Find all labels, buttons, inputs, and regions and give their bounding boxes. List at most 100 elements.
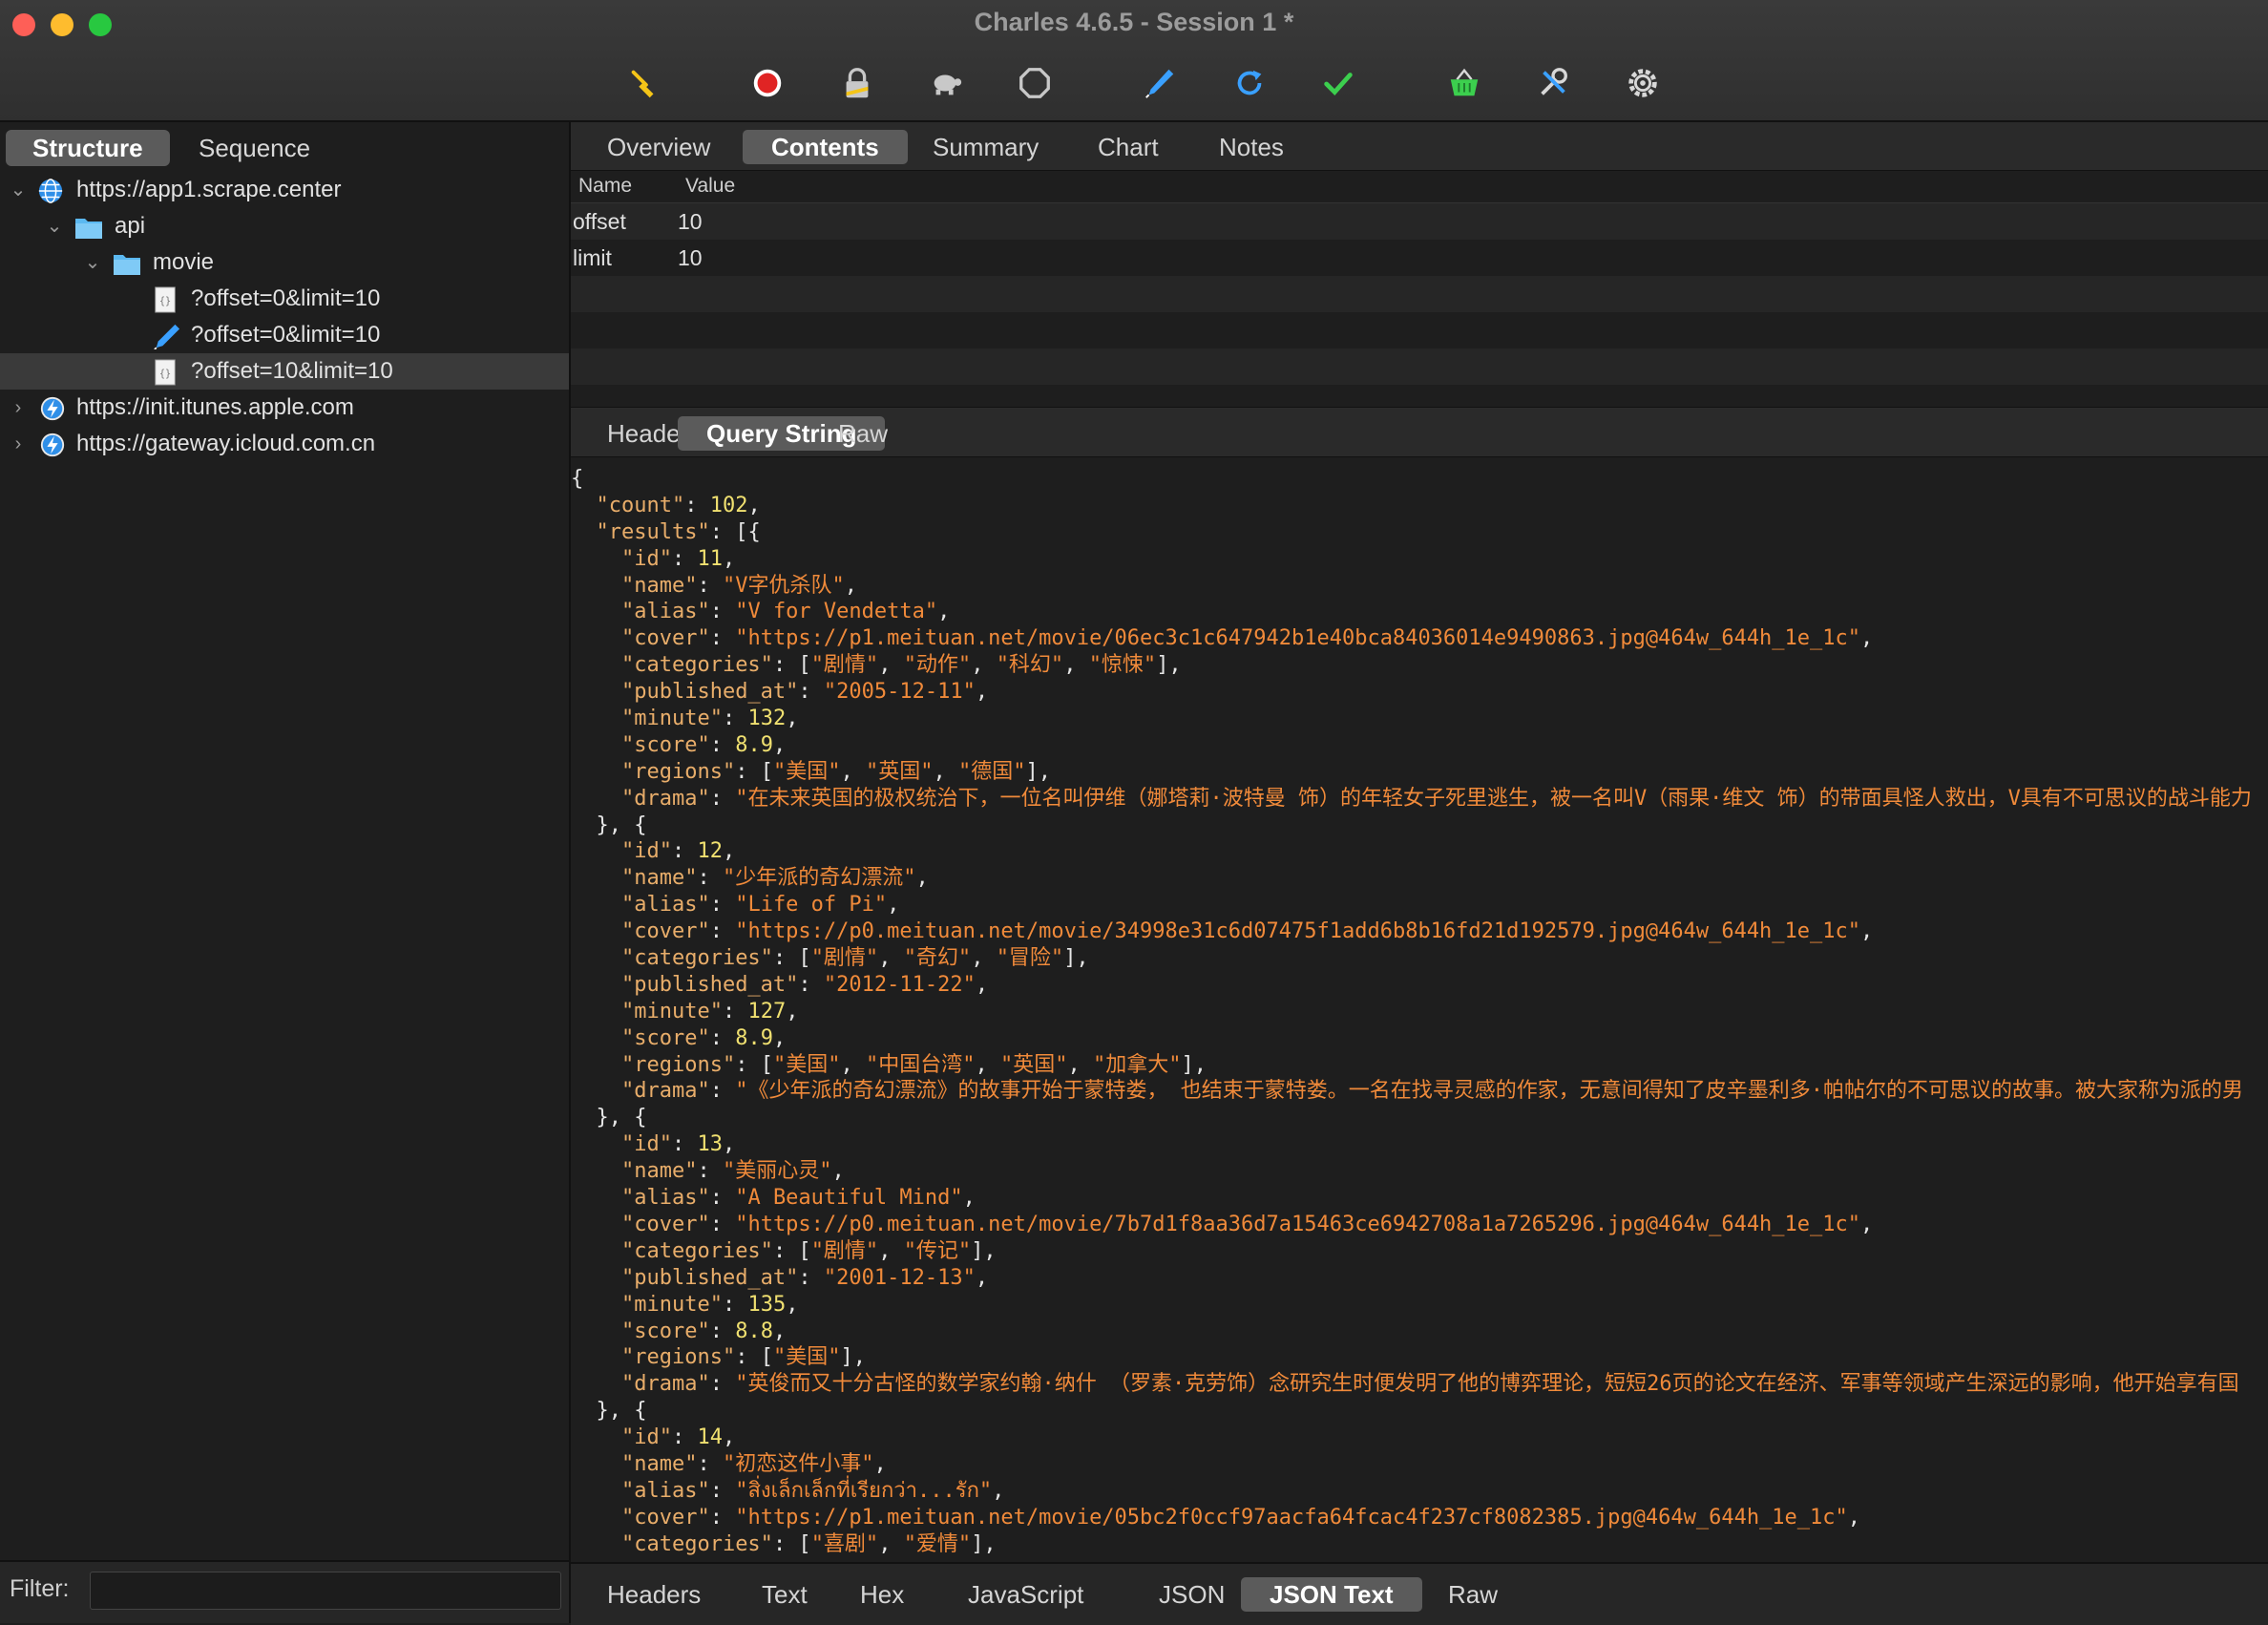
tab-response-raw[interactable]: Raw — [1419, 1577, 1526, 1612]
tree-item-label: api — [115, 213, 146, 239]
json-token: "https://p1.meituan.net/movie/05bc2f0ccf… — [735, 1505, 1848, 1530]
json-token: : — [709, 1505, 736, 1530]
json-token: , — [747, 493, 761, 517]
json-token: "regions" — [620, 1052, 736, 1077]
json-token: ], — [1063, 946, 1089, 971]
json-token: , — [878, 1531, 904, 1556]
json-token: , — [887, 893, 900, 918]
json-token: ], — [1025, 759, 1051, 784]
sequence-tab[interactable]: Sequence — [172, 130, 337, 166]
basket-icon — [1450, 68, 1479, 96]
tab-summary[interactable]: Summary — [904, 130, 1067, 164]
tree-item-request[interactable]: {} ?offset=0&limit=10 — [0, 281, 569, 317]
json-line: "regions": ["美国", "中国台湾", "英国", "加拿大"], — [571, 1052, 2268, 1079]
folder-icon — [114, 255, 140, 275]
json-token: "drama" — [620, 1372, 710, 1397]
json-line: "drama": "英俊而又十分古怪的数学家约翰·纳什 （罗素·克劳饰）念研究生… — [571, 1371, 2268, 1398]
json-token: : [ — [772, 653, 811, 678]
json-line: "published_at": "2001-12-13", — [571, 1265, 2268, 1292]
json-token: 11 — [697, 546, 723, 571]
tab-notes[interactable]: Notes — [1190, 130, 1312, 164]
json-token: "英俊而又十分古怪的数学家约翰·纳什 （罗素·克劳饰）念研究生时便发明了他的博弈… — [735, 1372, 2239, 1397]
json-token: { — [571, 467, 584, 491]
table-row[interactable]: offset 10 — [571, 203, 2268, 240]
tools-button[interactable] — [1533, 63, 1573, 103]
chevron-down-icon[interactable]: ⌄ — [8, 172, 29, 208]
settings-button[interactable] — [1623, 63, 1663, 103]
tree-item-itunes-host[interactable]: › https://init.itunes.apple.com — [0, 390, 569, 426]
json-token: "2012-11-22" — [823, 972, 976, 997]
query-string-table: Name Value offset 10 limit 10 — [571, 170, 2268, 407]
clear-session-button[interactable] — [624, 63, 664, 103]
chevron-down-icon[interactable]: ⌄ — [82, 244, 103, 281]
json-text-view[interactable]: { "count": 102, "results": [{ "id": 11, … — [571, 466, 2268, 1556]
cell-value: 10 — [678, 209, 703, 234]
json-token: "alias" — [620, 1186, 710, 1211]
chevron-right-icon[interactable]: › — [8, 390, 29, 426]
tab-javascript[interactable]: JavaScript — [939, 1577, 1112, 1612]
tab-json-text[interactable]: JSON Text — [1241, 1577, 1422, 1612]
json-line: }, { — [571, 1398, 2268, 1425]
json-line: "name": "初恋这件小事", — [571, 1451, 2268, 1478]
host-tree: ⌄ https://app1.scrape.center ⌄ api ⌄ mov… — [0, 172, 569, 462]
tab-text[interactable]: Text — [733, 1577, 836, 1612]
tree-item-icloud-host[interactable]: › https://gateway.icloud.com.cn — [0, 426, 569, 462]
tree-item-movie[interactable]: ⌄ movie — [0, 244, 569, 281]
json-token: "published_at" — [620, 680, 799, 705]
chevron-right-icon[interactable]: › — [8, 426, 29, 462]
json-token: ], — [840, 1345, 866, 1370]
json-token: "score" — [620, 732, 710, 757]
validate-button[interactable] — [1318, 63, 1358, 103]
json-token: : — [709, 1212, 736, 1236]
record-button[interactable] — [747, 63, 788, 103]
tab-hex[interactable]: Hex — [831, 1577, 933, 1612]
tree-item-request[interactable]: ?offset=0&limit=10 — [0, 317, 569, 353]
json-line: "categories": ["喜剧", "爱情"], — [571, 1531, 2268, 1556]
globe-icon — [38, 179, 63, 203]
tab-request-raw[interactable]: Raw — [809, 416, 916, 451]
json-token: : [ — [735, 1052, 773, 1077]
json-token: "cover" — [620, 626, 710, 651]
structure-tab[interactable]: Structure — [6, 130, 170, 166]
lightning-icon — [40, 433, 65, 457]
tab-overview[interactable]: Overview — [578, 130, 739, 164]
filter-input[interactable] — [90, 1572, 561, 1610]
tree-item-api[interactable]: ⌄ api — [0, 208, 569, 244]
json-token: 102 — [709, 493, 748, 517]
tree-item-request-selected[interactable]: {} ?offset=10&limit=10 — [0, 353, 569, 390]
json-line: "minute": 132, — [571, 706, 2268, 732]
throttle-button[interactable] — [926, 63, 966, 103]
json-token: "id" — [620, 839, 672, 864]
json-token: "id" — [620, 1132, 672, 1157]
tree-item-label: ?offset=0&limit=10 — [191, 322, 381, 348]
json-token: "results" — [596, 519, 710, 544]
tab-contents[interactable]: Contents — [743, 130, 908, 164]
repeat-button[interactable] — [1229, 63, 1270, 103]
json-line: "alias": "A Beautiful Mind", — [571, 1185, 2268, 1212]
chevron-down-icon[interactable]: ⌄ — [44, 208, 65, 244]
ssl-proxying-button[interactable] — [837, 63, 877, 103]
json-token: , — [962, 1186, 976, 1211]
json-token: , — [786, 707, 799, 731]
basket-button[interactable] — [1444, 63, 1484, 103]
compose-button[interactable] — [1140, 63, 1180, 103]
json-token: , — [772, 1319, 787, 1343]
column-header-value[interactable]: Value — [685, 170, 735, 202]
json-token: : — [671, 546, 698, 571]
json-token: , — [878, 1238, 904, 1263]
tab-chart[interactable]: Chart — [1069, 130, 1187, 164]
json-token: : [ — [735, 1345, 773, 1370]
tree-item-app1-host[interactable]: ⌄ https://app1.scrape.center — [0, 172, 569, 208]
json-token: "英国" — [999, 1052, 1068, 1077]
tab-response-headers[interactable]: Headers — [578, 1577, 729, 1612]
column-header-name[interactable]: Name — [578, 170, 632, 202]
breakpoints-button[interactable] — [1015, 63, 1055, 103]
tab-json[interactable]: JSON — [1130, 1577, 1253, 1612]
table-header: Name Value — [571, 170, 2268, 203]
json-token: : — [709, 1478, 736, 1503]
json-token: "cover" — [620, 919, 710, 944]
table-row[interactable]: limit 10 — [571, 240, 2268, 276]
